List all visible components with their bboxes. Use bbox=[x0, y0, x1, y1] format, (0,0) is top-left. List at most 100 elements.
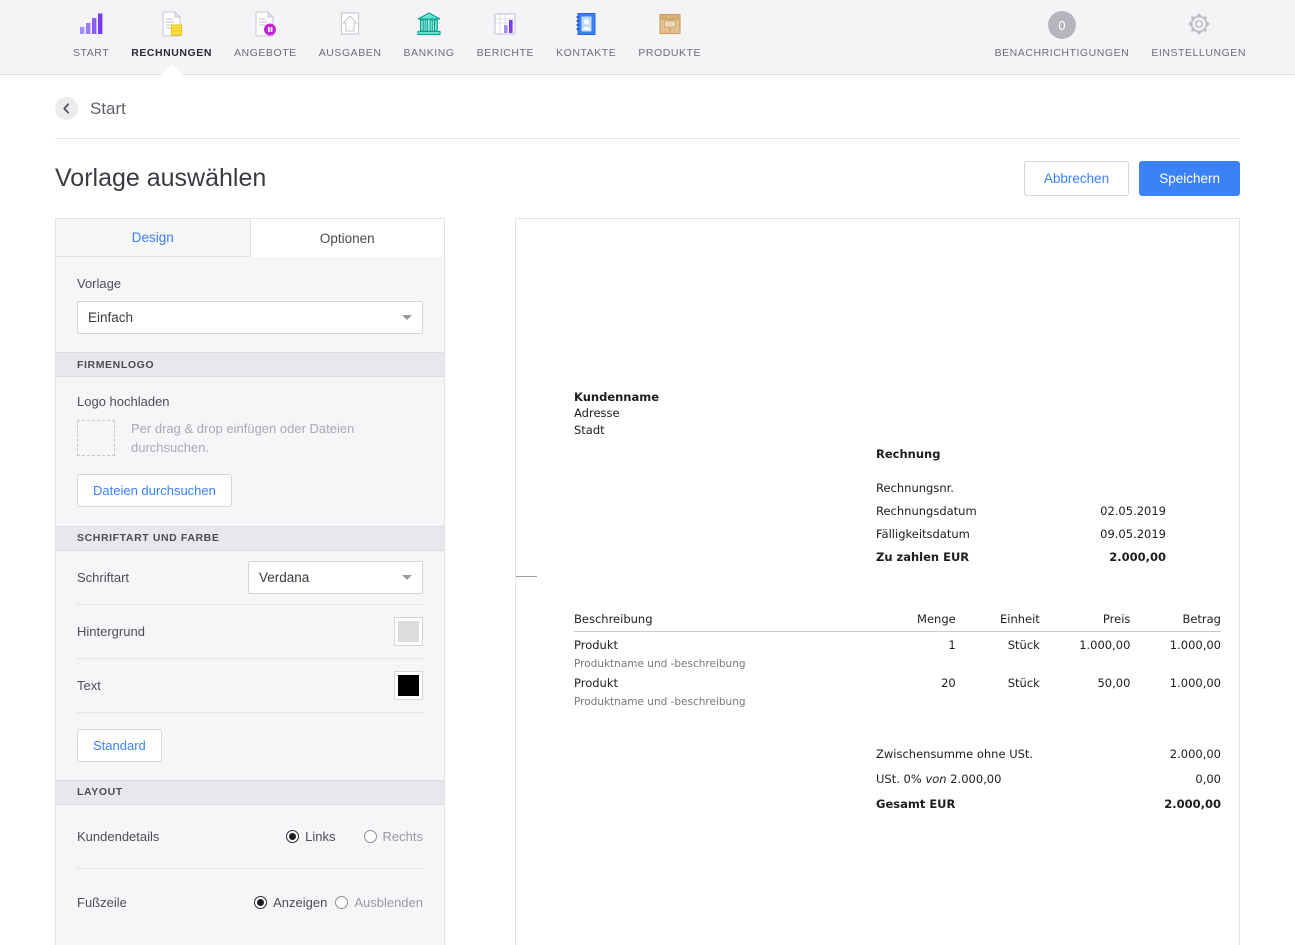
bar-chart-icon bbox=[77, 8, 105, 40]
top-navigation-bar: START RECHNUNGEN bbox=[0, 0, 1295, 75]
radio-input-ausblenden[interactable] bbox=[335, 896, 348, 909]
radio-fusszeile-anzeigen[interactable]: Anzeigen bbox=[254, 895, 327, 910]
font-select[interactable]: Verdana bbox=[248, 561, 423, 594]
text-label: Text bbox=[77, 678, 101, 693]
nav-item-rechnungen[interactable]: RECHNUNGEN bbox=[120, 0, 223, 59]
preview-meta-heading: Rechnung bbox=[876, 447, 1166, 461]
preview-customer-block: Kundenname Adresse Stadt bbox=[574, 389, 659, 438]
template-select-value: Einfach bbox=[88, 310, 133, 325]
cell-quantity: 1 bbox=[865, 632, 956, 653]
font-and-color-group: Schriftart Verdana Hintergrund Text S bbox=[56, 551, 444, 780]
grand-total-value: 2.000,00 bbox=[1164, 797, 1221, 811]
nav-item-produkte[interactable]: PRODUKTE bbox=[627, 0, 712, 59]
radio-kundendetails-rechts[interactable]: Rechts bbox=[364, 829, 423, 844]
expenses-receipt-icon bbox=[336, 8, 364, 40]
bank-building-icon bbox=[415, 8, 443, 40]
nav-item-benachrichtigungen[interactable]: 0 BENACHRICHTIGUNGEN bbox=[984, 0, 1141, 59]
preview-meta-value: 02.05.2019 bbox=[1100, 504, 1166, 518]
nav-item-einstellungen[interactable]: EINSTELLUNGEN bbox=[1140, 0, 1257, 59]
cancel-button[interactable]: Abbrechen bbox=[1024, 161, 1129, 196]
nav-item-kontakte[interactable]: KONTAKTE bbox=[545, 0, 627, 59]
products-box-icon bbox=[656, 8, 684, 40]
page-actions: Abbrechen Speichern bbox=[1024, 161, 1240, 196]
section-header-schriftart: SCHRIFTART UND FARBE bbox=[56, 526, 444, 551]
logo-drop-text: Per drag & drop einfügen oder Dateien du… bbox=[131, 420, 423, 458]
cell-price: 1.000,00 bbox=[1040, 632, 1131, 653]
cell-unit: Stück bbox=[956, 670, 1040, 690]
background-color-row: Hintergrund bbox=[77, 605, 423, 659]
preview-items-table: Beschreibung Menge Einheit Preis Betrag … bbox=[574, 612, 1221, 708]
nav-item-berichte[interactable]: BERICHTE bbox=[466, 0, 546, 59]
preview-meta-block: Rechnung Rechnungsnr. Rechnungsdatum 02.… bbox=[876, 447, 1166, 573]
save-button[interactable]: Speichern bbox=[1139, 161, 1240, 196]
preview-customer-name: Kundenname bbox=[574, 389, 659, 405]
tab-design[interactable]: Design bbox=[56, 219, 250, 257]
nav-item-angebote[interactable]: ANGEBOTE bbox=[223, 0, 308, 59]
logo-dropzone[interactable]: Per drag & drop einfügen oder Dateien du… bbox=[77, 420, 423, 458]
default-button[interactable]: Standard bbox=[77, 729, 162, 762]
preview-meta-label: Fälligkeitsdatum bbox=[876, 527, 970, 541]
cell-amount: 1.000,00 bbox=[1130, 670, 1221, 690]
template-label: Vorlage bbox=[77, 276, 423, 291]
col-preis: Preis bbox=[1040, 612, 1131, 632]
nav-label-start: START bbox=[73, 47, 109, 59]
breadcrumb-label[interactable]: Start bbox=[90, 99, 126, 119]
tab-optionen[interactable]: Optionen bbox=[250, 219, 445, 257]
radio-label-links: Links bbox=[305, 829, 335, 844]
background-color-swatch[interactable] bbox=[394, 617, 423, 646]
grand-total-label: Gesamt EUR bbox=[876, 797, 955, 811]
col-betrag: Betrag bbox=[1130, 612, 1221, 632]
page-header: Vorlage auswählen Abbrechen Speichern bbox=[55, 139, 1240, 196]
browse-files-button[interactable]: Dateien durchsuchen bbox=[77, 474, 232, 507]
template-select[interactable]: Einfach bbox=[77, 301, 423, 334]
vat-value: 0,00 bbox=[1195, 772, 1221, 786]
radio-input-rechts[interactable] bbox=[364, 830, 377, 843]
content-area: Design Optionen Vorlage Einfach FIRMENLO… bbox=[55, 218, 1240, 945]
radio-kundendetails-links[interactable]: Links bbox=[286, 829, 335, 844]
table-row: Produkt 1 Stück 1.000,00 1.000,00 bbox=[574, 632, 1221, 653]
grand-total-row: Gesamt EUR 2.000,00 bbox=[876, 797, 1221, 811]
preview-meta-row: Rechnungsdatum 02.05.2019 bbox=[876, 504, 1166, 518]
vat-rate: USt. 0% bbox=[876, 772, 922, 786]
logo-upload-group: Logo hochladen Per drag & drop einfügen … bbox=[56, 377, 444, 526]
template-settings-panel: Design Optionen Vorlage Einfach FIRMENLO… bbox=[55, 218, 445, 945]
default-button-wrap: Standard bbox=[77, 713, 423, 780]
customer-details-row: Kundendetails Links Rechts bbox=[77, 805, 423, 869]
radio-fusszeile-ausblenden[interactable]: Ausblenden bbox=[335, 895, 423, 910]
preview-meta-row: Fälligkeitsdatum 09.05.2019 bbox=[876, 527, 1166, 541]
preview-line-items: Beschreibung Menge Einheit Preis Betrag … bbox=[574, 612, 1221, 708]
radio-input-links[interactable] bbox=[286, 830, 299, 843]
background-color-value bbox=[398, 621, 419, 642]
customer-details-label: Kundendetails bbox=[77, 829, 159, 844]
cell-subtext: Produktname und -beschreibung bbox=[574, 690, 1221, 708]
vat-row: USt. 0% von 2.000,00 0,00 bbox=[876, 772, 1221, 786]
cell-price: 50,00 bbox=[1040, 670, 1131, 690]
primary-nav-items: START RECHNUNGEN bbox=[62, 0, 712, 59]
radio-label-rechts: Rechts bbox=[383, 829, 423, 844]
chevron-left-icon[interactable] bbox=[55, 97, 78, 120]
preview-totals: Zwischensumme ohne USt. 2.000,00 USt. 0%… bbox=[876, 747, 1221, 822]
background-label: Hintergrund bbox=[77, 624, 145, 639]
chevron-down-icon bbox=[402, 315, 412, 320]
reports-chart-icon bbox=[491, 8, 519, 40]
text-color-swatch[interactable] bbox=[394, 671, 423, 700]
nav-item-start[interactable]: START bbox=[62, 0, 120, 59]
font-select-value: Verdana bbox=[259, 570, 309, 585]
preview-amount-due-label: Zu zahlen EUR bbox=[876, 550, 969, 564]
nav-label-benachrichtigungen: BENACHRICHTIGUNGEN bbox=[995, 47, 1130, 59]
col-beschreibung: Beschreibung bbox=[574, 612, 865, 632]
col-einheit: Einheit bbox=[956, 612, 1040, 632]
radio-input-anzeigen[interactable] bbox=[254, 896, 267, 909]
logo-drop-placeholder[interactable] bbox=[77, 420, 115, 456]
subtotal-label: Zwischensumme ohne USt. bbox=[876, 747, 1033, 761]
logo-upload-label: Logo hochladen bbox=[77, 394, 423, 409]
footer-label: Fußzeile bbox=[77, 895, 127, 910]
table-subrow: Produktname und -beschreibung bbox=[574, 690, 1221, 708]
active-tab-pointer bbox=[161, 64, 183, 75]
table-header-row: Beschreibung Menge Einheit Preis Betrag bbox=[574, 612, 1221, 632]
cell-description: Produkt bbox=[574, 632, 865, 653]
col-menge: Menge bbox=[865, 612, 956, 632]
table-subrow: Produktname und -beschreibung bbox=[574, 652, 1221, 670]
nav-item-ausgaben[interactable]: AUSGABEN bbox=[308, 0, 393, 59]
nav-item-banking[interactable]: BANKING bbox=[392, 0, 465, 59]
